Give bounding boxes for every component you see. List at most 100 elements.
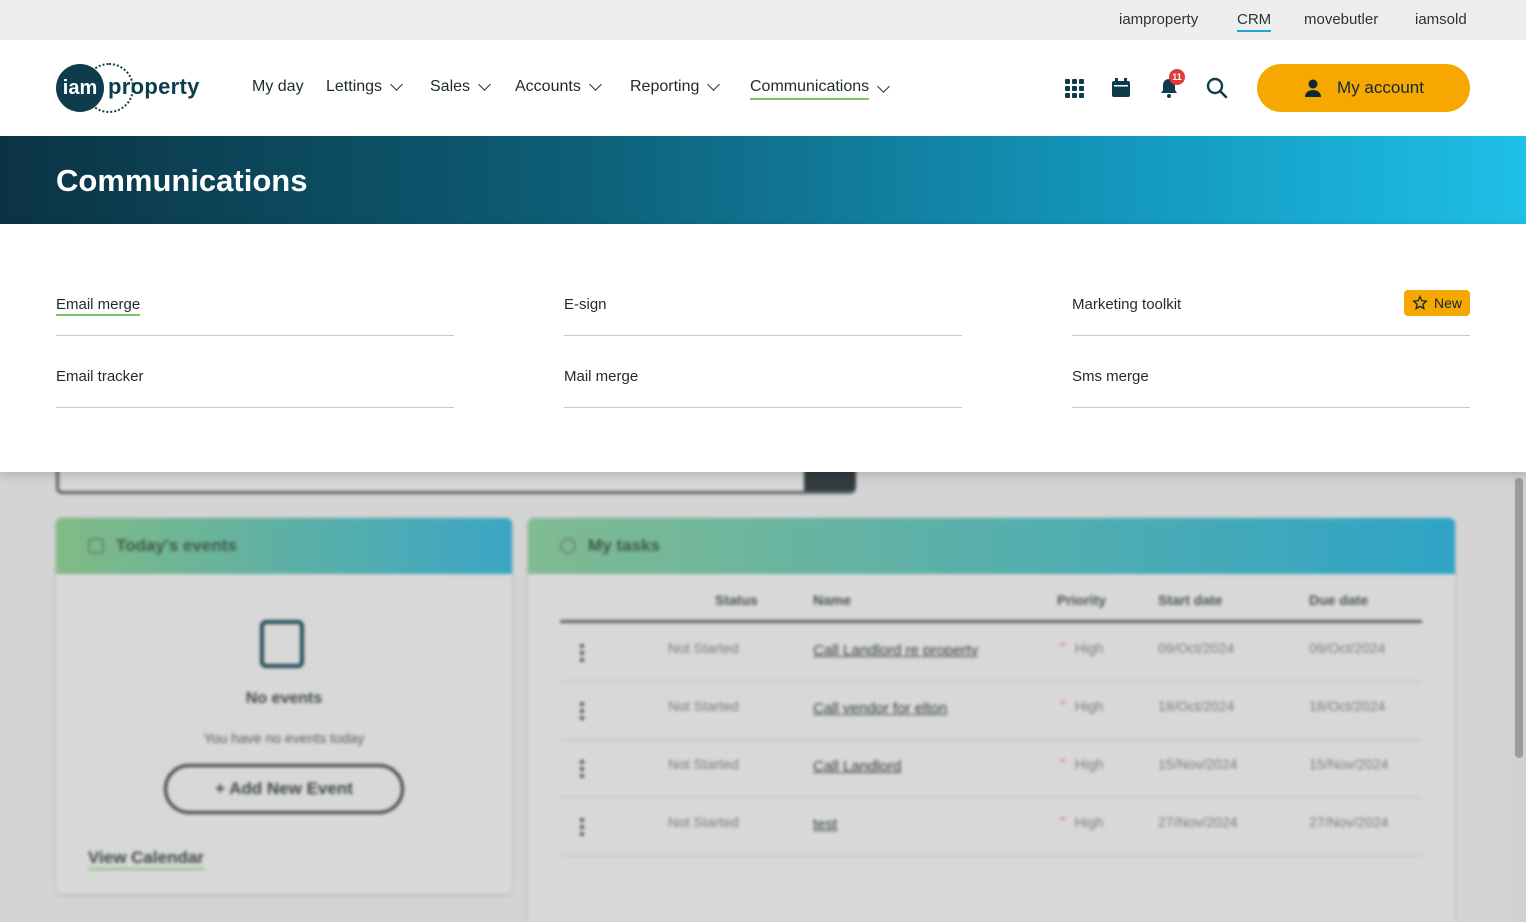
task-due-date: 18/Oct/2024 bbox=[1309, 698, 1386, 714]
column-header-status: Status bbox=[715, 592, 758, 608]
utility-link-crm[interactable]: CRM bbox=[1237, 11, 1272, 32]
menu-item-label: Email merge bbox=[56, 296, 141, 316]
new-badge: New bbox=[1403, 290, 1470, 316]
column-header-start-date: Start date bbox=[1158, 592, 1223, 608]
task-status: Not Started bbox=[668, 756, 739, 772]
task-name: test bbox=[813, 816, 838, 833]
task-due-date: 15/Nov/2024 bbox=[1309, 756, 1389, 772]
menu-item-sms-merge[interactable]: Sms merge bbox=[1072, 368, 1470, 408]
task-priority: High bbox=[1057, 756, 1104, 773]
utility-link-iamsold[interactable]: iamsold bbox=[1415, 11, 1467, 28]
task-start-date: 27/Nov/2024 bbox=[1158, 814, 1238, 830]
nav-sales[interactable]: Sales bbox=[430, 78, 491, 96]
table-row: Not Started test High 27/Nov/2024 27/Nov… bbox=[560, 798, 1422, 856]
task-status: Not Started bbox=[668, 640, 739, 656]
notification-badge: 11 bbox=[1169, 69, 1185, 85]
chevron-down-icon bbox=[588, 78, 602, 91]
todays-events-card: Today's events No events You have no eve… bbox=[56, 518, 512, 894]
new-badge-label: New bbox=[1433, 295, 1462, 311]
chevron-down-icon bbox=[707, 78, 721, 91]
task-name: Call Landlord bbox=[813, 758, 902, 775]
section-banner: Communications bbox=[0, 136, 1526, 224]
utility-bar: iamproperty CRM movebutler iamsold bbox=[0, 0, 1526, 40]
brand-logo[interactable]: iam property bbox=[56, 63, 206, 113]
nav-accounts[interactable]: Accounts bbox=[515, 78, 602, 96]
menu-item-e-sign[interactable]: E-sign bbox=[564, 296, 962, 336]
column-header-priority: Priority bbox=[1057, 592, 1107, 608]
task-due-date: 09/Oct/2024 bbox=[1309, 640, 1386, 656]
menu-item-label: E-sign bbox=[564, 296, 607, 313]
row-menu-icon bbox=[580, 818, 584, 836]
menu-item-label: Sms merge bbox=[1072, 368, 1149, 385]
utility-link-iamproperty[interactable]: iamproperty bbox=[1119, 11, 1198, 28]
calendar-icon[interactable] bbox=[1109, 76, 1133, 100]
nav-label: Accounts bbox=[515, 78, 581, 95]
task-name: Call vendor for elton bbox=[813, 700, 948, 717]
tasks-card-title: My tasks bbox=[588, 536, 660, 555]
menu-item-label: Mail merge bbox=[564, 368, 639, 385]
tasks-card-header: My tasks bbox=[528, 518, 1455, 574]
column-header-due-date: Due date bbox=[1309, 592, 1369, 608]
task-name: Call Landlord re property bbox=[813, 642, 979, 659]
chevron-down-icon bbox=[390, 78, 403, 91]
menu-item-label: Marketing toolkit bbox=[1072, 296, 1182, 313]
table-row: Not Started Call Landlord High 15/Nov/20… bbox=[560, 740, 1422, 798]
menu-item-marketing-toolkit[interactable]: Marketing toolkit New bbox=[1072, 290, 1470, 336]
events-card-title: Today's events bbox=[116, 536, 237, 555]
nav-my-day[interactable]: My day bbox=[252, 78, 304, 96]
apps-grid-icon[interactable] bbox=[1062, 76, 1086, 100]
bell-icon[interactable]: 11 bbox=[1157, 69, 1185, 100]
row-menu-icon bbox=[580, 760, 584, 778]
menu-item-label: Email tracker bbox=[56, 368, 144, 385]
row-menu-icon bbox=[580, 644, 584, 662]
task-status: Not Started bbox=[668, 698, 739, 714]
my-account-button[interactable]: My account bbox=[1257, 64, 1470, 112]
table-row: Not Started Call vendor for elton High 1… bbox=[560, 682, 1422, 740]
chevron-down-icon bbox=[478, 78, 491, 91]
user-icon bbox=[1305, 79, 1322, 97]
task-priority: High bbox=[1057, 640, 1104, 657]
no-events-title: No events bbox=[245, 690, 323, 707]
nav-label: Communications bbox=[750, 78, 870, 100]
logo-wordmark: property bbox=[108, 74, 200, 99]
events-card-header: Today's events bbox=[56, 518, 512, 574]
table-row: Not Started Call Landlord re property Hi… bbox=[560, 624, 1422, 682]
view-calendar-link: View Calendar bbox=[88, 848, 204, 870]
task-status: Not Started bbox=[668, 814, 739, 830]
task-start-date: 15/Nov/2024 bbox=[1158, 756, 1238, 772]
nav-lettings[interactable]: Lettings bbox=[326, 78, 403, 96]
check-circle-icon bbox=[560, 538, 576, 554]
chevron-down-icon bbox=[877, 80, 891, 93]
task-priority: High bbox=[1057, 814, 1104, 831]
row-menu-icon bbox=[580, 702, 584, 720]
no-events-subtitle: You have no events today bbox=[203, 730, 365, 746]
nav-label: Lettings bbox=[326, 78, 383, 95]
menu-item-email-tracker[interactable]: Email tracker bbox=[56, 368, 454, 408]
nav-label: Reporting bbox=[630, 78, 700, 95]
my-account-label: My account bbox=[1337, 78, 1424, 97]
menu-item-email-merge[interactable]: Email merge bbox=[56, 296, 454, 336]
menu-item-mail-merge[interactable]: Mail merge bbox=[564, 368, 962, 408]
utility-link-movebutler[interactable]: movebutler bbox=[1304, 11, 1378, 28]
add-new-event-button: + Add New Event bbox=[164, 764, 404, 814]
task-due-date: 27/Nov/2024 bbox=[1309, 814, 1389, 830]
page-title: Communications bbox=[56, 163, 308, 198]
nav-communications[interactable]: Communications bbox=[750, 78, 891, 100]
nav-reporting[interactable]: Reporting bbox=[630, 78, 721, 96]
dashboard-backdrop: Today's events No events You have no eve… bbox=[0, 459, 1526, 922]
task-priority: High bbox=[1057, 698, 1104, 715]
communications-menu-panel: Email merge Email tracker E-sign Mail me… bbox=[0, 224, 1526, 472]
page-scrollbar[interactable] bbox=[1512, 472, 1526, 922]
search-icon[interactable] bbox=[1205, 76, 1229, 100]
main-header: iam property My day Lettings Sales Accou… bbox=[0, 40, 1526, 136]
calendar-icon bbox=[88, 538, 104, 554]
table-header-divider bbox=[560, 620, 1422, 623]
calendar-empty-icon bbox=[260, 620, 304, 668]
my-tasks-card: My tasks Status Name Priority Start date… bbox=[528, 518, 1455, 922]
task-start-date: 09/Oct/2024 bbox=[1158, 640, 1235, 656]
column-header-name: Name bbox=[813, 592, 852, 608]
nav-label: Sales bbox=[430, 78, 471, 95]
scrollbar-thumb[interactable] bbox=[1515, 478, 1523, 758]
task-start-date: 18/Oct/2024 bbox=[1158, 698, 1235, 714]
logo-mark: iam bbox=[56, 64, 104, 112]
